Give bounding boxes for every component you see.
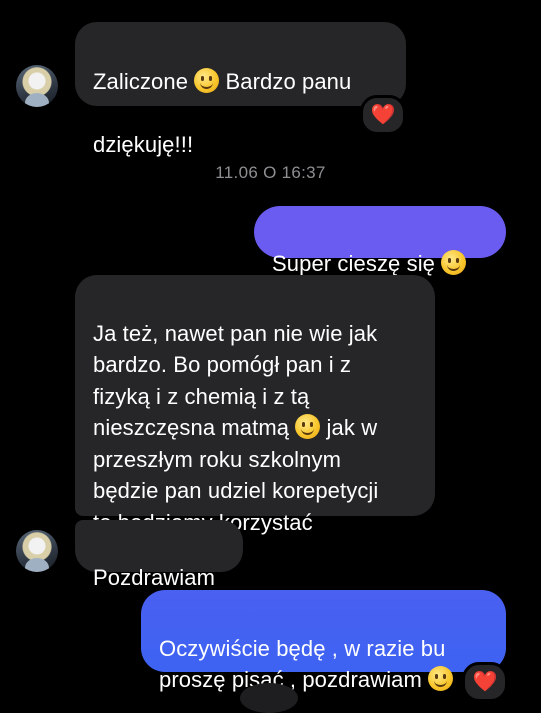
message-text: Zaliczone [93,68,189,94]
contact-avatar[interactable] [16,65,58,107]
message-bubble-outgoing[interactable]: Oczywiście będę , w razie bu proszę pisa… [141,590,506,692]
message-text: Pozdrawiam [93,564,216,590]
message-text: dziękuję!!! [93,131,194,157]
message-text: Super cieszę się [272,250,436,276]
contact-avatar[interactable] [16,530,58,572]
message-bubble-incoming[interactable]: Ja też, nawet pan nie wie jak bardzo. Bo… [75,275,435,535]
message-bubble-outgoing[interactable]: Super cieszę się [254,206,506,276]
message-text: Bardzo panu [219,68,352,94]
scroll-down-button[interactable] [240,683,298,713]
heart-reaction-icon[interactable]: ❤️ [462,662,508,702]
smiling-face-icon [441,249,467,275]
message-bubble-incoming[interactable]: Zaliczone Bardzo panu dziękuję!!! [75,22,406,157]
heart-reaction-icon[interactable]: ❤️ [360,95,406,135]
slightly-smiling-face-icon [295,414,321,439]
message-text: Oczywiście będę , w razie bu proszę pisa… [159,635,446,693]
message-bubble-incoming[interactable]: Pozdrawiam [75,520,243,590]
slightly-smiling-face-icon [194,67,220,93]
smiling-face-icon [428,666,454,691]
timestamp-divider: 11.06 O 16:37 [215,163,326,182]
heart-icon: ❤️ [472,671,498,693]
heart-icon: ❤️ [370,104,396,126]
